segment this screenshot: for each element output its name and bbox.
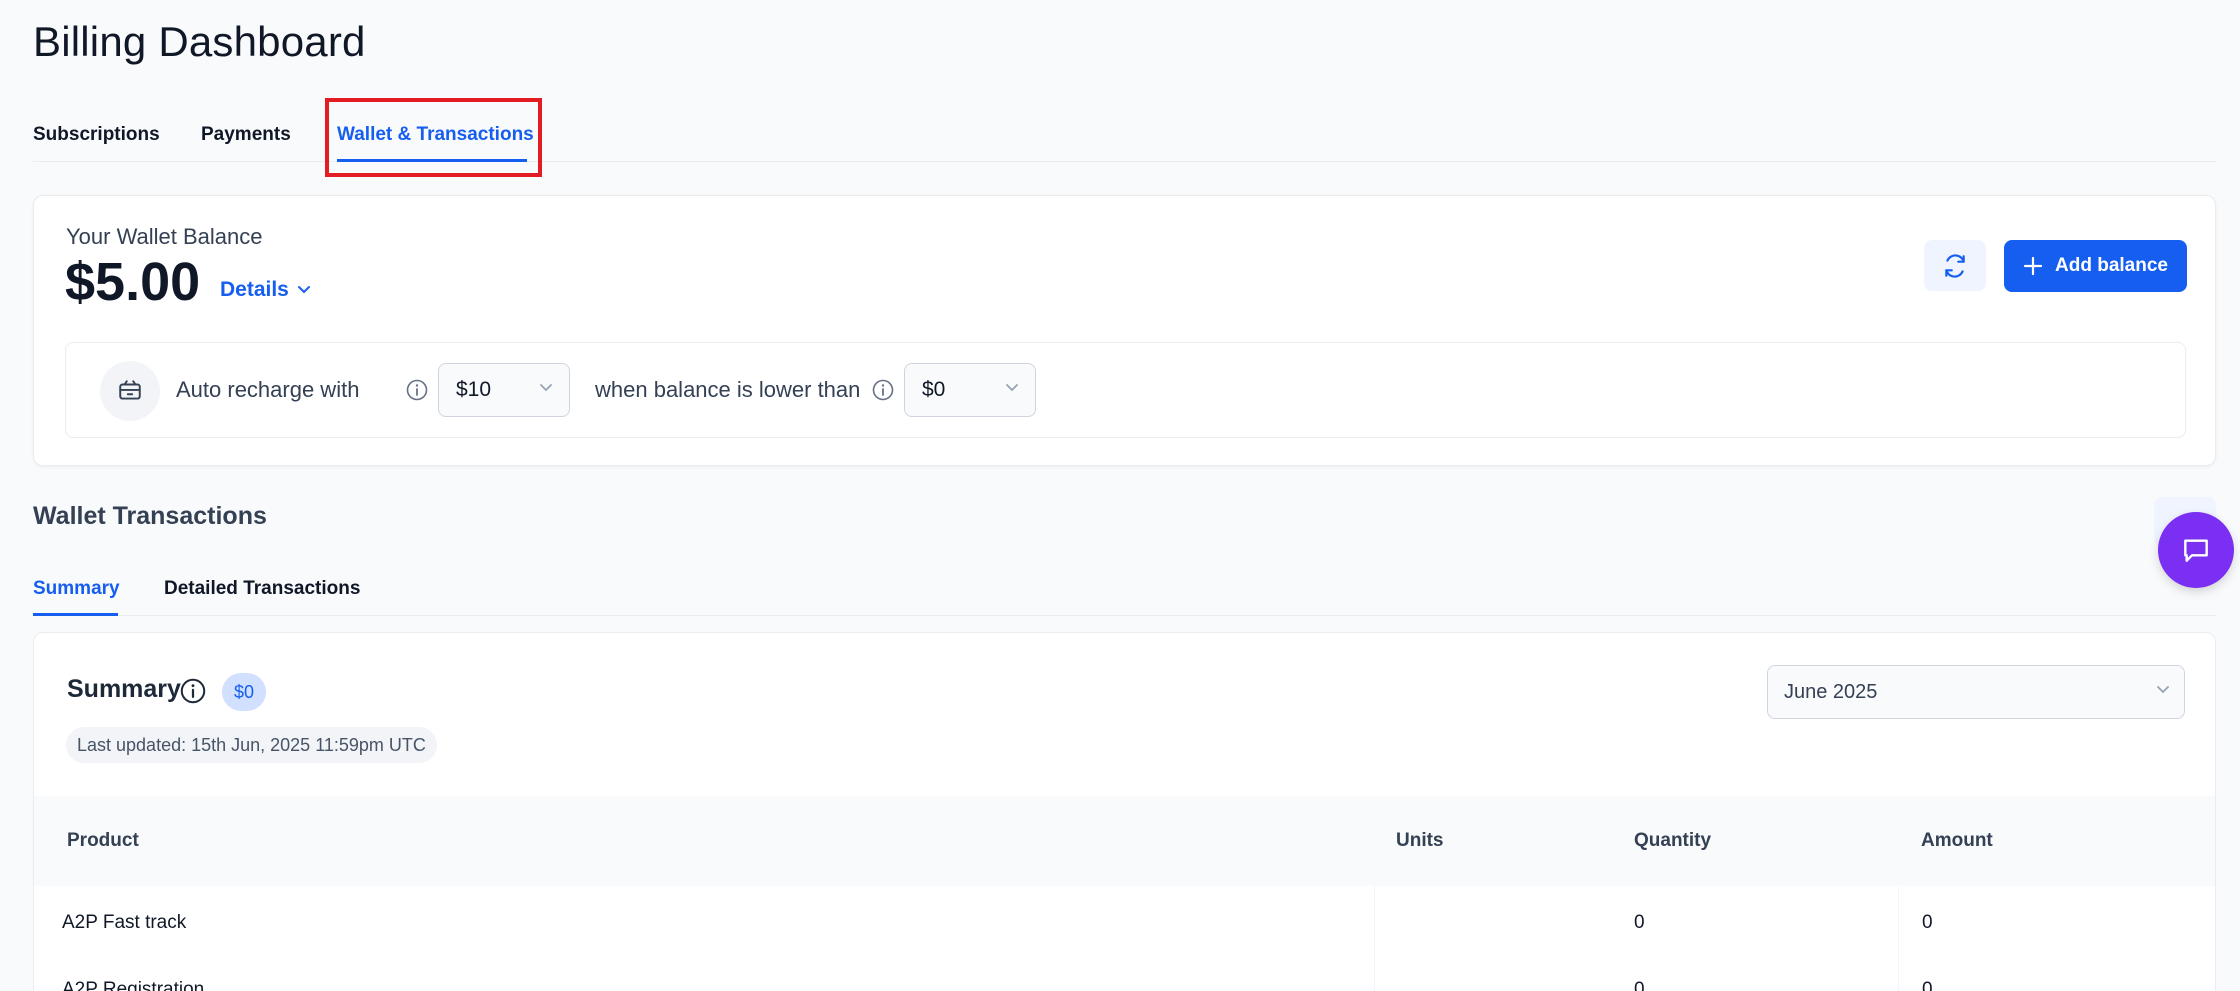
chevron-down-icon	[297, 286, 310, 294]
quantity-cell: 0	[1634, 979, 1645, 991]
add-balance-button[interactable]: Add balance	[2004, 240, 2187, 292]
refresh-icon	[1945, 253, 1965, 278]
details-label: Details	[220, 278, 289, 301]
wallet-transactions-title: Wallet Transactions	[33, 502, 267, 530]
column-header-quantity: Quantity	[1634, 830, 1712, 851]
column-header-amount: Amount	[1921, 830, 1993, 851]
auto-recharge-row: Auto recharge with $10 when balance is l…	[65, 342, 2186, 438]
month-select[interactable]: June 2025	[1767, 665, 2185, 719]
column-header-units: Units	[1396, 830, 1444, 851]
amount-cell: 0	[1922, 912, 1933, 933]
active-subtab-indicator	[33, 613, 118, 616]
chat-icon	[2184, 539, 2208, 562]
refresh-balance-button[interactable]	[1924, 240, 1986, 291]
tab-subscriptions[interactable]: Subscriptions	[33, 124, 160, 146]
threshold-label: when balance is lower than	[595, 377, 861, 402]
month-select-value: June 2025	[1784, 680, 1878, 703]
chevron-down-icon	[540, 384, 552, 392]
info-icon[interactable]	[180, 678, 206, 704]
recharge-amount-select[interactable]: $10	[438, 363, 570, 417]
column-header-product: Product	[67, 830, 139, 851]
threshold-amount-value: $0	[922, 378, 946, 401]
highlight-box	[325, 98, 542, 177]
product-cell: A2P Registration	[62, 979, 205, 991]
chat-button[interactable]	[2158, 512, 2234, 588]
wallet-balance-amount: $5.00	[65, 252, 201, 312]
wallet-card: Your Wallet Balance $5.00 Details Add ba…	[33, 195, 2216, 466]
info-icon[interactable]	[406, 379, 428, 401]
threshold-amount-select[interactable]: $0	[904, 363, 1036, 417]
auto-recharge-label: Auto recharge with	[176, 377, 360, 402]
info-icon[interactable]	[872, 379, 894, 401]
summary-card: Summary $0 Last updated: 15th Jun, 2025 …	[33, 632, 2216, 991]
subtab-summary[interactable]: Summary	[33, 578, 120, 600]
add-balance-label: Add balance	[2055, 255, 2168, 276]
transaction-subtabs: Summary Detailed Transactions	[33, 570, 2216, 616]
product-cell: A2P Fast track	[62, 912, 187, 933]
summary-title: Summary	[67, 675, 181, 703]
recharge-amount-value: $10	[456, 378, 492, 401]
last-updated-label: Last updated: 15th Jun, 2025 11:59pm UTC	[66, 727, 437, 763]
summary-total-badge: $0	[222, 673, 267, 711]
table-header: Product Units Quantity Amount	[34, 796, 2215, 886]
amount-cell: 0	[1922, 979, 1933, 991]
plus-icon	[2023, 256, 2043, 276]
subtab-detailed-transactions[interactable]: Detailed Transactions	[164, 578, 360, 600]
wallet-balance-label: Your Wallet Balance	[66, 224, 263, 249]
quantity-cell: 0	[1634, 912, 1645, 933]
tab-payments[interactable]: Payments	[201, 124, 291, 146]
page-title: Billing Dashboard	[33, 18, 366, 65]
table-row: A2P Registration 0 0	[34, 953, 2215, 991]
table-row: A2P Fast track 0 0	[34, 886, 2215, 956]
chevron-down-icon	[1006, 384, 1018, 392]
details-link[interactable]: Details	[220, 278, 311, 302]
recharge-icon	[100, 361, 160, 421]
chevron-down-icon	[2157, 686, 2169, 694]
